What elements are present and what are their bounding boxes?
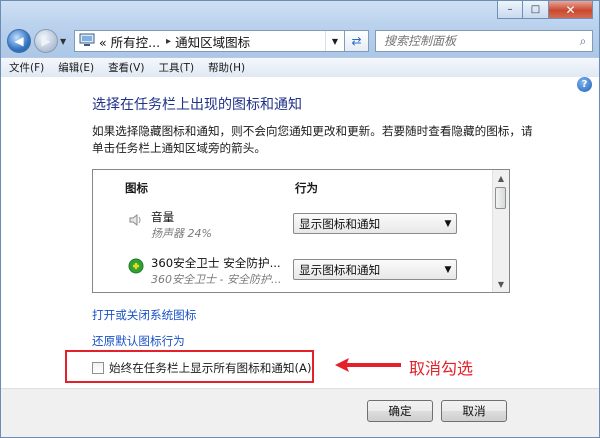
column-header-icon: 图标 bbox=[125, 181, 148, 195]
list-item: 360安全卫士 安全防护... 360安全卫士 - 安全防护... 显示图标和通… bbox=[93, 252, 493, 292]
item-name: 音量 bbox=[151, 210, 175, 224]
search-input[interactable] bbox=[382, 33, 574, 49]
chevron-down-icon: ▼ bbox=[444, 218, 452, 229]
recent-pages-dropdown[interactable]: ▼ bbox=[60, 37, 70, 46]
item-status: 扬声器 24% bbox=[151, 227, 212, 240]
ok-button[interactable]: 确定 bbox=[367, 400, 433, 422]
minimize-button[interactable]: – bbox=[497, 1, 523, 19]
system-icons-link[interactable]: 打开或关闭系统图标 bbox=[92, 307, 196, 323]
scroll-down-icon[interactable]: ▼ bbox=[493, 276, 509, 292]
maximize-button[interactable]: □ bbox=[523, 1, 549, 19]
address-dropdown-icon[interactable]: ▼ bbox=[325, 31, 344, 51]
behavior-select[interactable]: 显示图标和通知 ▼ bbox=[293, 259, 457, 280]
page-title: 选择在任务栏上出现的图标和通知 bbox=[92, 97, 302, 113]
360-safeguard-icon bbox=[128, 258, 144, 274]
content-pane: ? 选择在任务栏上出现的图标和通知 如果选择隐藏图标和通知，则不会向您通知更改和… bbox=[1, 77, 599, 437]
item-status: 360安全卫士 - 安全防护... bbox=[151, 273, 282, 286]
vertical-scrollbar[interactable]: ▲ ▼ bbox=[492, 170, 509, 292]
column-header-behavior: 行为 bbox=[295, 181, 318, 195]
menu-tools[interactable]: 工具(T) bbox=[158, 60, 194, 75]
back-arrow-icon: ◀ bbox=[14, 34, 24, 48]
menu-help[interactable]: 帮助(H) bbox=[208, 60, 245, 75]
dialog-footer: 确定 取消 bbox=[1, 388, 599, 437]
always-show-checkbox[interactable] bbox=[92, 362, 104, 374]
search-box[interactable]: ⌕ bbox=[375, 30, 593, 52]
behavior-select[interactable]: 显示图标和通知 ▼ bbox=[293, 213, 457, 234]
scroll-thumb[interactable] bbox=[495, 187, 506, 209]
caption-buttons: – □ ✕ bbox=[497, 1, 593, 19]
chevron-down-icon: ▼ bbox=[444, 264, 452, 275]
scroll-up-icon[interactable]: ▲ bbox=[493, 170, 509, 186]
annotation-text: 取消勾选 bbox=[409, 359, 474, 378]
speaker-icon bbox=[128, 212, 144, 228]
behavior-value: 显示图标和通知 bbox=[299, 262, 381, 277]
navigation-bar: ◀ ▶ ▼ « 所有控... ▸ 通知区域图标 ▼ ⇄ ⌕ bbox=[7, 28, 593, 54]
breadcrumb-separator: ▸ bbox=[166, 35, 172, 47]
list-item: 音量 扬声器 24% 显示图标和通知 ▼ bbox=[93, 206, 493, 248]
cancel-button[interactable]: 取消 bbox=[441, 400, 507, 422]
help-icon[interactable]: ? bbox=[577, 77, 592, 92]
breadcrumb-notification-icons[interactable]: 通知区域图标 bbox=[175, 32, 250, 51]
menu-edit[interactable]: 编辑(E) bbox=[58, 60, 94, 75]
restore-default-link[interactable]: 还原默认图标行为 bbox=[92, 333, 185, 349]
menu-view[interactable]: 查看(V) bbox=[108, 60, 144, 75]
annotation-arrow-icon bbox=[335, 358, 401, 372]
page-description: 如果选择隐藏图标和通知，则不会向您通知更改和更新。若要随时查看隐藏的图标，请单击… bbox=[92, 124, 533, 155]
menu-bar: 文件(F) 编辑(E) 查看(V) 工具(T) 帮助(H) bbox=[1, 57, 599, 78]
item-name: 360安全卫士 安全防护... bbox=[151, 256, 281, 270]
refresh-icon: ⇄ bbox=[351, 34, 362, 48]
search-icon[interactable]: ⌕ bbox=[574, 34, 592, 49]
notification-icons-list[interactable]: 图标 行为 音量 扬声器 24% 显示图标和通知 ▼ 360安全卫士 安全防护.… bbox=[92, 169, 510, 293]
refresh-button[interactable]: ⇄ bbox=[345, 30, 369, 52]
always-show-label[interactable]: 始终在任务栏上显示所有图标和通知(A) bbox=[109, 360, 311, 376]
behavior-value: 显示图标和通知 bbox=[299, 216, 381, 231]
always-show-option[interactable]: 始终在任务栏上显示所有图标和通知(A) bbox=[92, 360, 311, 376]
window: – □ ✕ ◀ ▶ ▼ « 所有控... ▸ 通知区域图标 ▼ ⇄ ⌕ 文件(F… bbox=[0, 0, 600, 438]
control-panel-icon bbox=[79, 33, 95, 50]
breadcrumb-control-panel[interactable]: « 所有控... bbox=[99, 32, 160, 51]
forward-button[interactable]: ▶ bbox=[34, 29, 58, 53]
back-button[interactable]: ◀ bbox=[7, 29, 31, 53]
address-bar[interactable]: « 所有控... ▸ 通知区域图标 ▼ bbox=[74, 30, 345, 52]
menu-file[interactable]: 文件(F) bbox=[9, 60, 44, 75]
forward-arrow-icon: ▶ bbox=[41, 34, 51, 48]
close-button[interactable]: ✕ bbox=[549, 1, 593, 19]
